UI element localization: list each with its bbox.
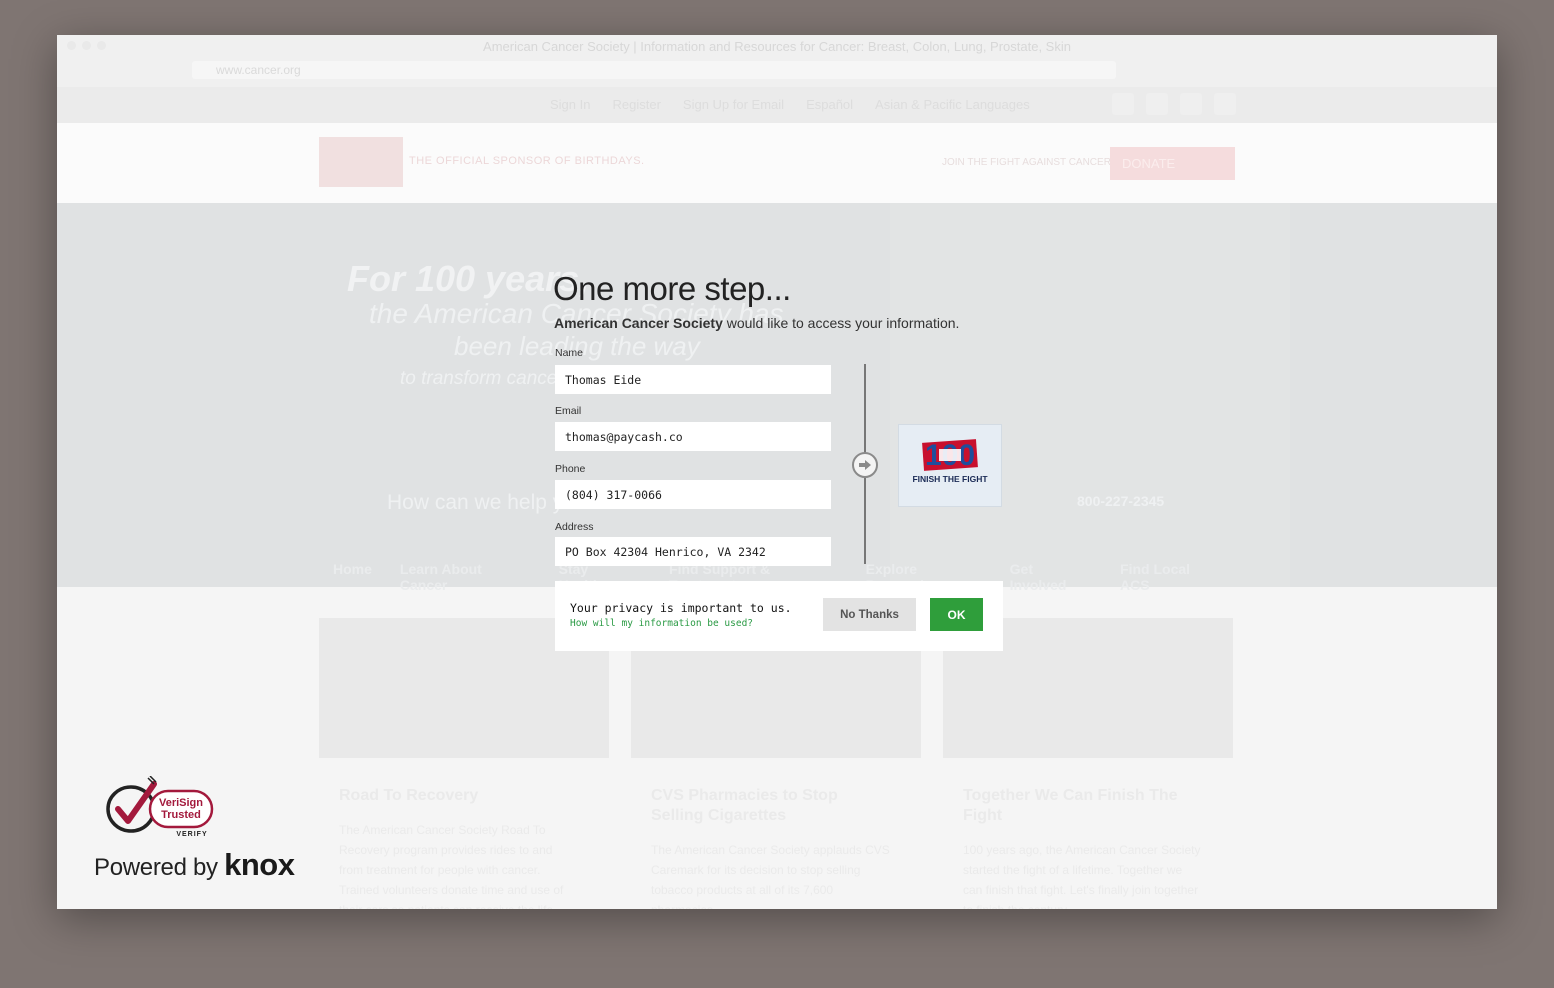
- trusted-text: Trusted: [161, 809, 201, 821]
- card-text: The American Cancer Society applauds CVS…: [651, 843, 890, 909]
- verisign-badge[interactable]: VeriSign Trusted VERIFY: [104, 775, 216, 838]
- facebook-icon[interactable]: [1112, 93, 1134, 115]
- privacy-panel: Your privacy is important to us. How wil…: [555, 581, 1003, 651]
- org-logo: 100 FINISH THE FIGHT: [898, 424, 1002, 507]
- privacy-text: Your privacy is important to us.: [570, 601, 792, 615]
- asian-pacific-link[interactable]: Asian & Pacific Languages: [875, 97, 1030, 112]
- site-tagline: THE OFFICIAL SPONSOR OF BIRTHDAYS.: [409, 155, 645, 167]
- news-cards: Road To Recovery The American Cancer Soc…: [319, 618, 1235, 909]
- phone-field[interactable]: [555, 480, 831, 509]
- name-label: Name: [555, 347, 584, 359]
- youtube-icon[interactable]: [1214, 93, 1236, 115]
- news-card[interactable]: Road To Recovery The American Cancer Soc…: [319, 618, 609, 909]
- hero-banner: For 100 years, the American Cancer Socie…: [57, 203, 1497, 587]
- browser-chrome: American Cancer Society | Information an…: [57, 35, 1497, 88]
- nav-find-local[interactable]: Find Local ACS: [1106, 547, 1235, 593]
- join-fight-text: JOIN THE FIGHT AGAINST CANCER: [942, 157, 1111, 168]
- social-links: [1112, 93, 1236, 115]
- window-title: American Cancer Society | Information an…: [483, 39, 1071, 54]
- email-signup-link[interactable]: Sign Up for Email: [683, 97, 784, 112]
- address-bar[interactable]: www.cancer.org: [192, 61, 1116, 79]
- no-thanks-button[interactable]: No Thanks: [823, 598, 916, 631]
- powered-by: Powered by knox: [94, 847, 295, 883]
- nav-home[interactable]: Home: [319, 547, 386, 589]
- address-field[interactable]: [555, 537, 831, 566]
- verify-text: VERIFY: [176, 831, 207, 838]
- donate-button[interactable]: DONATE: [1110, 147, 1235, 180]
- card-title[interactable]: Together We Can Finish The Fight: [943, 786, 1193, 826]
- news-card[interactable]: Together We Can Finish The Fight 100 yea…: [943, 618, 1233, 909]
- espanol-link[interactable]: Español: [806, 97, 853, 112]
- nav-learn[interactable]: Learn About Cancer: [386, 547, 545, 593]
- dialog-subtitle: American Cancer Society would like to ac…: [554, 315, 959, 331]
- register-link[interactable]: Register: [612, 97, 660, 112]
- hero-photo: [890, 203, 1290, 587]
- card-title[interactable]: Road To Recovery: [319, 786, 569, 806]
- acs-logo[interactable]: [319, 137, 403, 187]
- logo-caption: FINISH THE FIGHT: [912, 474, 988, 484]
- phone-number[interactable]: 800-227-2345: [1077, 493, 1164, 509]
- phone-label: Phone: [555, 463, 586, 475]
- site-header: THE OFFICIAL SPONSOR OF BIRTHDAYS. JOIN …: [57, 123, 1497, 203]
- name-field[interactable]: [555, 365, 831, 394]
- knox-logo[interactable]: knox: [224, 847, 295, 882]
- request-text: would like to access your information.: [722, 315, 960, 331]
- site-topbar: Sign In Register Sign Up for Email Españ…: [57, 87, 1497, 123]
- privacy-info-link[interactable]: How will my information be used?: [570, 618, 753, 629]
- arrow-right-icon: [852, 452, 878, 478]
- twitter-icon[interactable]: [1180, 93, 1202, 115]
- sign-in-link[interactable]: Sign In: [550, 97, 590, 112]
- email-label: Email: [555, 405, 582, 417]
- news-card[interactable]: CVS Pharmacies to Stop Selling Cigarette…: [631, 618, 921, 909]
- address-label: Address: [555, 521, 594, 533]
- nav-get-involved[interactable]: Get Involved: [996, 547, 1106, 593]
- powered-by-label: Powered by: [94, 854, 225, 881]
- browser-window: American Cancer Society | Information an…: [57, 35, 1497, 909]
- card-text: The American Cancer Society Road To Reco…: [339, 823, 564, 909]
- verisign-text: VeriSign: [159, 797, 203, 809]
- email-field[interactable]: [555, 422, 831, 451]
- ok-button[interactable]: OK: [930, 598, 983, 631]
- dialog-title: One more step...: [553, 270, 791, 307]
- google-plus-icon[interactable]: [1146, 93, 1168, 115]
- requester-name: American Cancer Society: [554, 315, 723, 331]
- card-text: 100 years ago, the American Cancer Socie…: [963, 843, 1201, 909]
- card-title[interactable]: CVS Pharmacies to Stop Selling Cigarette…: [631, 786, 881, 826]
